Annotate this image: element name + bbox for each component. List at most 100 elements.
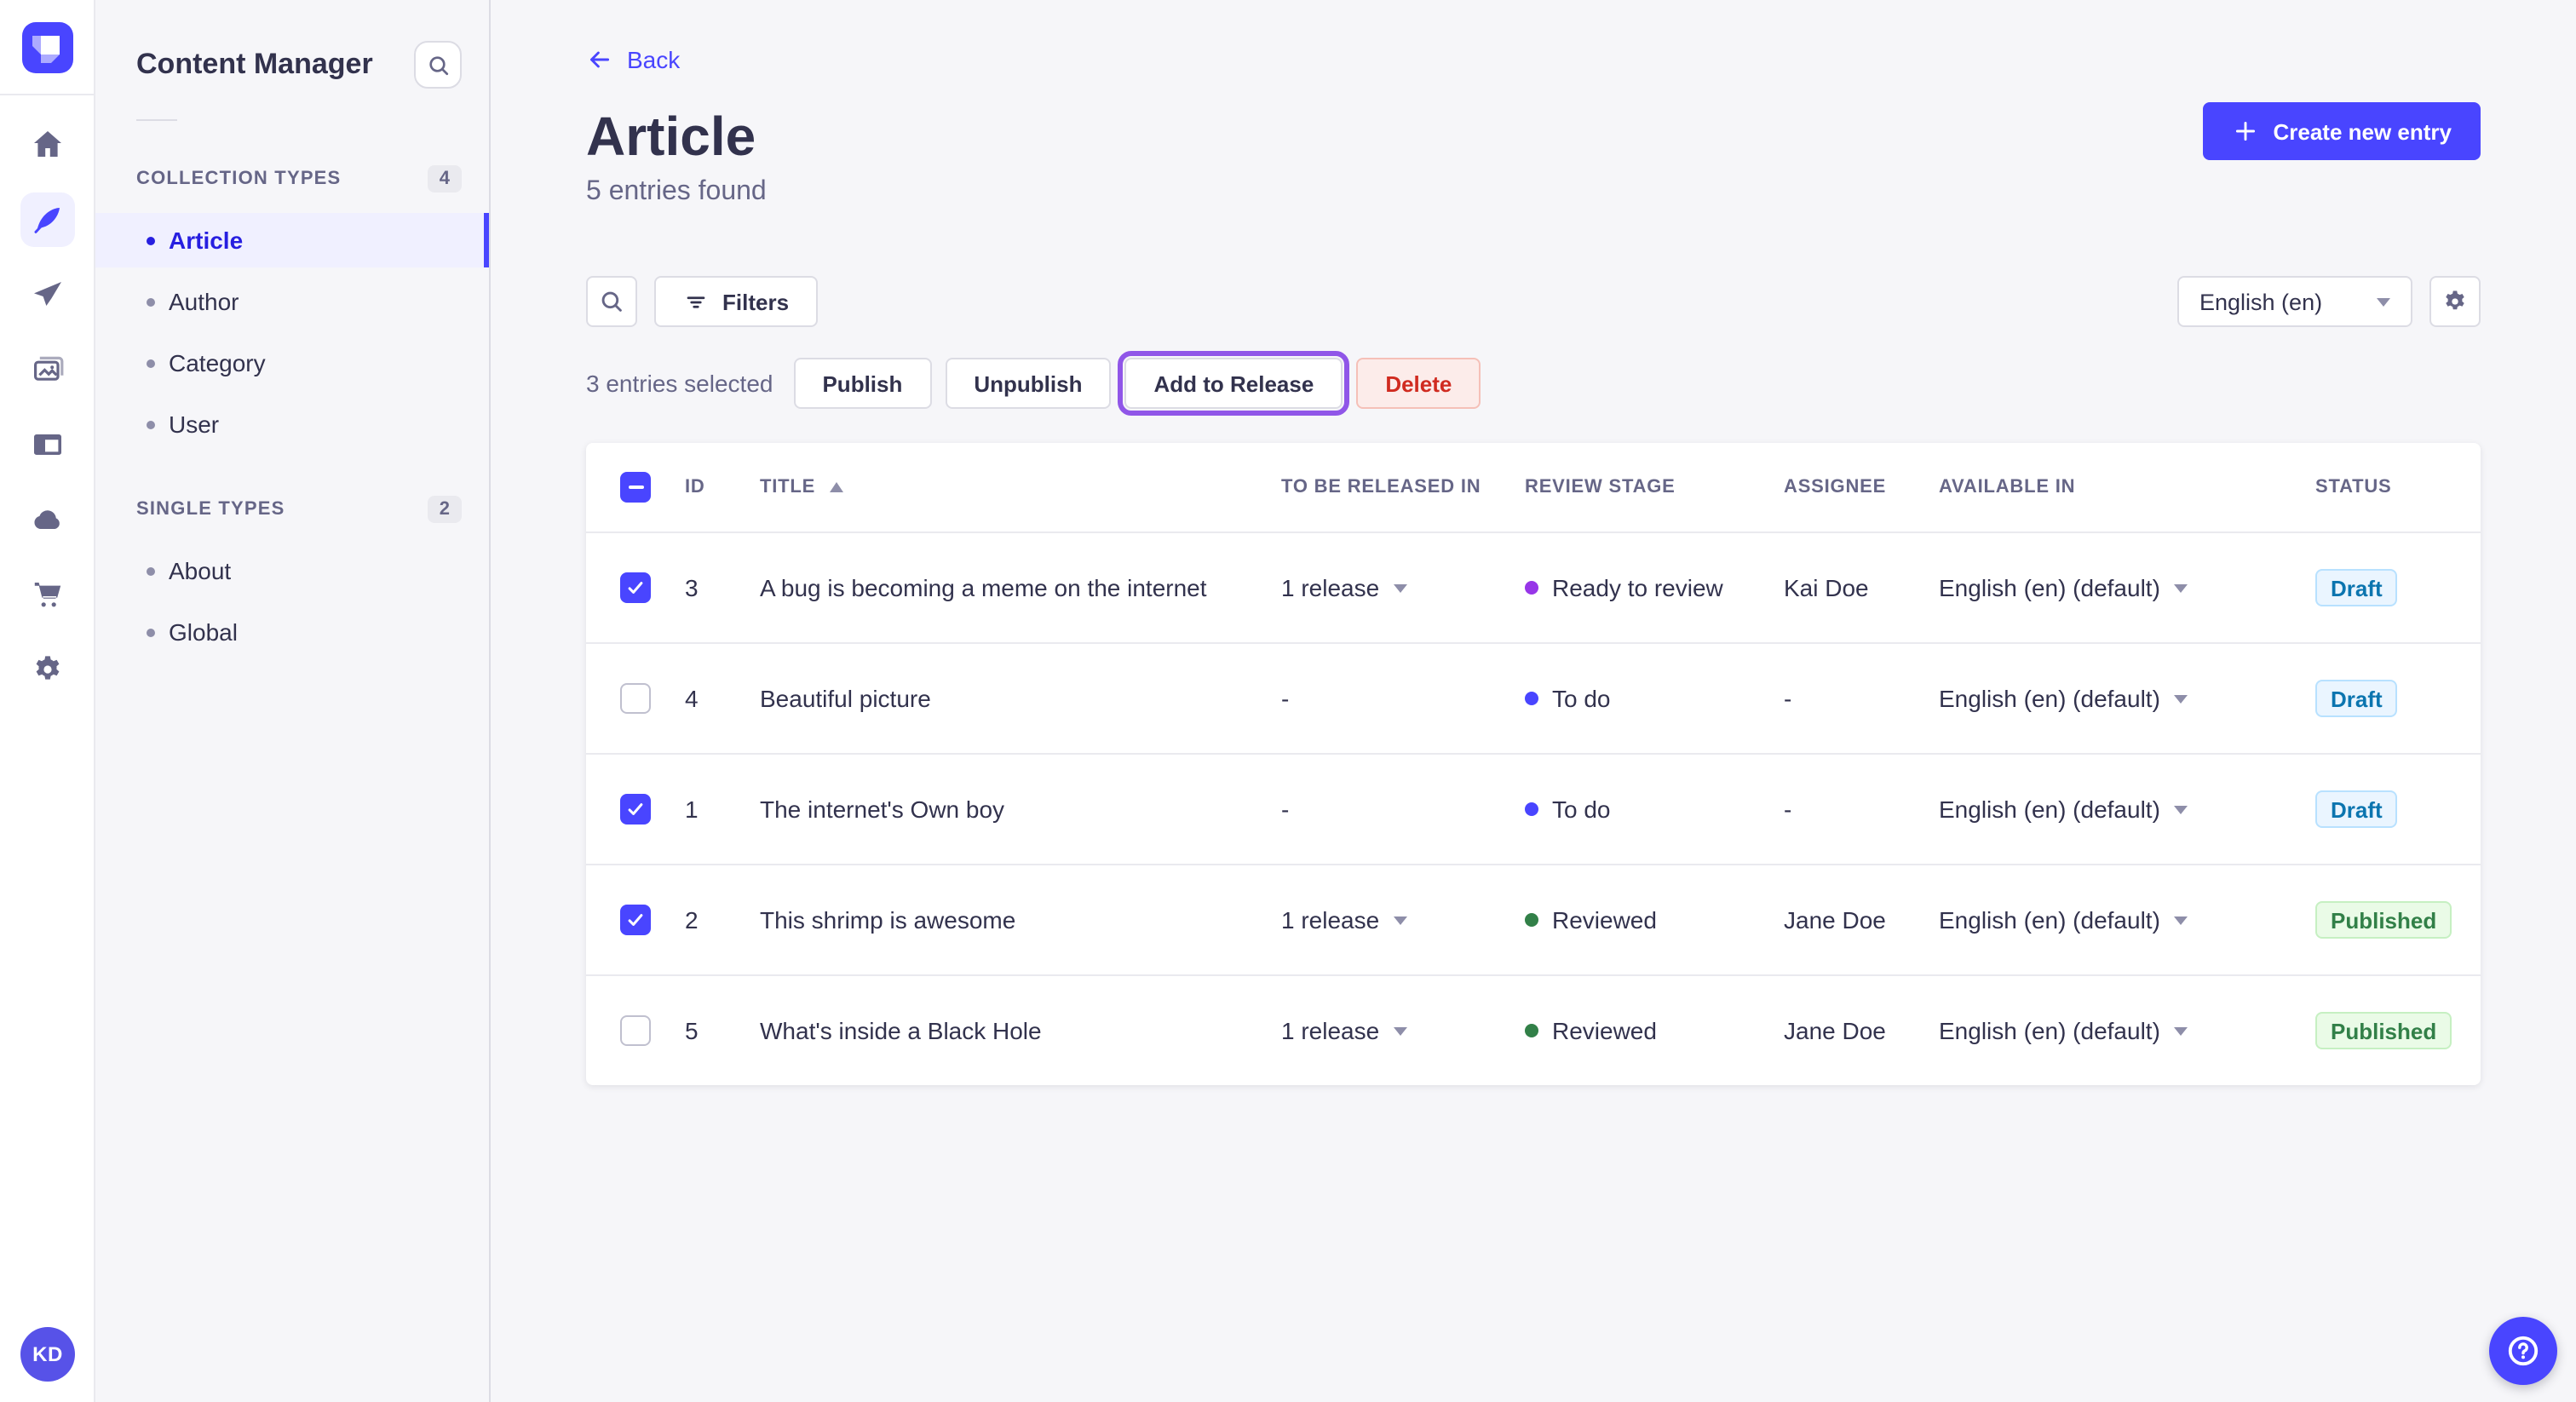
column-header-review-stage[interactable]: REVIEW STAGE	[1525, 477, 1676, 497]
row-locale-dropdown[interactable]: English (en) (default)	[1939, 1017, 2188, 1044]
sidebar-item-about[interactable]: About	[95, 543, 489, 598]
cloud-icon[interactable]	[20, 492, 74, 547]
chevron-down-icon	[2173, 583, 2188, 592]
column-header-assignee[interactable]: ASSIGNEE	[1784, 477, 1886, 497]
settings-icon[interactable]	[20, 642, 74, 697]
subnav-sections: COLLECTION TYPES 4 Article Author Category Us…	[95, 165, 489, 659]
sidebar-item-category[interactable]: Category	[95, 336, 489, 390]
row-review-stage: To do	[1552, 685, 1611, 712]
row-locale-dropdown[interactable]: English (en) (default)	[1939, 685, 2188, 712]
releases-icon[interactable]	[20, 267, 74, 322]
marketplace-icon[interactable]	[20, 567, 74, 622]
table-body: 3 A bug is becoming a meme on the intern…	[586, 531, 2481, 1085]
review-stage-dot	[1525, 913, 1538, 927]
chevron-down-icon	[2173, 805, 2188, 813]
question-circle-icon	[2504, 1332, 2542, 1370]
sort-ascending-icon	[829, 482, 843, 492]
content-manager-icon[interactable]	[20, 192, 74, 247]
row-select-checkbox[interactable]	[620, 794, 651, 825]
sidebar-item-label: Global	[169, 618, 238, 646]
sidebar-item-user[interactable]: User	[95, 397, 489, 451]
bullet-icon	[147, 566, 155, 575]
row-title: The internet's Own boy	[760, 796, 1005, 823]
released-in-dropdown[interactable]: 1 release	[1281, 906, 1407, 934]
sidebar-item-label: About	[169, 557, 232, 584]
search-icon-button[interactable]	[586, 276, 637, 327]
create-new-entry-button[interactable]: Create new entry	[2203, 102, 2481, 160]
chevron-down-icon	[2173, 694, 2188, 703]
section-label: SINGLE TYPES	[136, 499, 285, 520]
status-badge: Draft	[2315, 680, 2398, 717]
table-row[interactable]: 2 This shrimp is awesome 1 release Revie…	[586, 864, 2481, 974]
row-locale-dropdown[interactable]: English (en) (default)	[1939, 796, 2188, 823]
sidebar-item-global[interactable]: Global	[95, 605, 489, 659]
row-select-checkbox[interactable]	[620, 683, 651, 714]
strapi-logo[interactable]	[21, 21, 72, 72]
column-header-id[interactable]: ID	[685, 477, 705, 497]
released-in-dropdown[interactable]: 1 release	[1281, 574, 1407, 601]
subnav-section-header: SINGLE TYPES 2	[95, 496, 489, 523]
main-content: Back Article Create new entry 5 entries …	[491, 0, 2576, 1402]
chevron-down-icon	[1393, 916, 1407, 924]
search-icon	[598, 288, 625, 315]
page-title: Article	[586, 106, 756, 167]
chevron-down-icon	[2377, 297, 2390, 306]
row-select-checkbox[interactable]	[620, 1015, 651, 1046]
table-row[interactable]: 5 What's inside a Black Hole 1 release R…	[586, 974, 2481, 1085]
content-type-builder-icon[interactable]	[20, 417, 74, 472]
section-count-badge: 4	[427, 165, 462, 192]
row-select-checkbox[interactable]	[620, 572, 651, 603]
media-library-icon[interactable]	[20, 342, 74, 397]
entries-count: 5 entries found	[586, 177, 767, 206]
check-icon	[628, 582, 643, 594]
row-assignee: Kai Doe	[1784, 574, 1869, 601]
row-title: A bug is becoming a meme on the internet	[760, 574, 1207, 601]
row-review-stage: Ready to review	[1552, 574, 1723, 601]
column-header-released[interactable]: TO BE RELEASED IN	[1281, 477, 1481, 497]
delete-button[interactable]: Delete	[1356, 358, 1481, 409]
home-icon[interactable]	[20, 118, 74, 172]
subnav-title: Content Manager	[136, 48, 373, 80]
sidebar-item-author[interactable]: Author	[95, 274, 489, 329]
table-row[interactable]: 4 Beautiful picture - To do - English (e…	[586, 642, 2481, 753]
column-header-available-in[interactable]: AVAILABLE IN	[1939, 477, 2075, 497]
select-all-checkbox[interactable]	[620, 472, 651, 503]
selection-actions: 3 entries selected Publish Unpublish Add…	[586, 351, 2481, 416]
locale-select[interactable]: English (en)	[2177, 276, 2412, 327]
bullet-icon	[147, 297, 155, 306]
sidebar-item-label: Article	[169, 227, 244, 254]
row-locale-dropdown[interactable]: English (en) (default)	[1939, 906, 2188, 934]
row-id: 5	[685, 1017, 699, 1044]
subnav-panel: Content Manager COLLECTION TYPES 4 Article…	[95, 0, 491, 1402]
publish-button[interactable]: Publish	[793, 358, 932, 409]
bullet-icon	[147, 359, 155, 367]
table-row[interactable]: 1 The internet's Own boy - To do - Engli…	[586, 753, 2481, 864]
back-link[interactable]: Back	[586, 44, 680, 75]
row-assignee: -	[1784, 685, 1792, 712]
table-row[interactable]: 3 A bug is becoming a meme on the intern…	[586, 531, 2481, 642]
review-stage-dot	[1525, 692, 1538, 705]
user-avatar[interactable]: KD	[20, 1327, 75, 1382]
settings-icon-button[interactable]	[2429, 276, 2481, 327]
sidebar-item-label: Category	[169, 349, 266, 376]
released-in-dropdown[interactable]: 1 release	[1281, 1017, 1407, 1044]
filters-button[interactable]: Filters	[654, 276, 819, 327]
add-to-release-button[interactable]: Add to Release	[1118, 351, 1350, 416]
review-stage-dot	[1525, 1024, 1538, 1037]
row-select-checkbox[interactable]	[620, 905, 651, 935]
unpublish-button[interactable]: Unpublish	[945, 358, 1112, 409]
section-label: COLLECTION TYPES	[136, 169, 342, 189]
row-locale-dropdown[interactable]: English (en) (default)	[1939, 574, 2188, 601]
list-toolbar: Filters English (en)	[586, 276, 2481, 327]
column-header-status[interactable]: STATUS	[2315, 477, 2392, 497]
rail-icon-list	[0, 95, 94, 697]
rail-header	[0, 0, 94, 95]
help-button[interactable]	[2489, 1317, 2557, 1385]
section-count-badge: 2	[427, 496, 462, 523]
sidebar-item-label: Author	[169, 288, 239, 315]
column-header-title[interactable]: TITLE	[760, 477, 815, 497]
sidebar-item-article[interactable]: Article	[95, 213, 489, 267]
search-icon-button[interactable]	[414, 41, 462, 89]
review-stage-dot	[1525, 802, 1538, 816]
entries-table: ID TITLE TO BE RELEASED IN REVIEW STAGE …	[586, 443, 2481, 1085]
